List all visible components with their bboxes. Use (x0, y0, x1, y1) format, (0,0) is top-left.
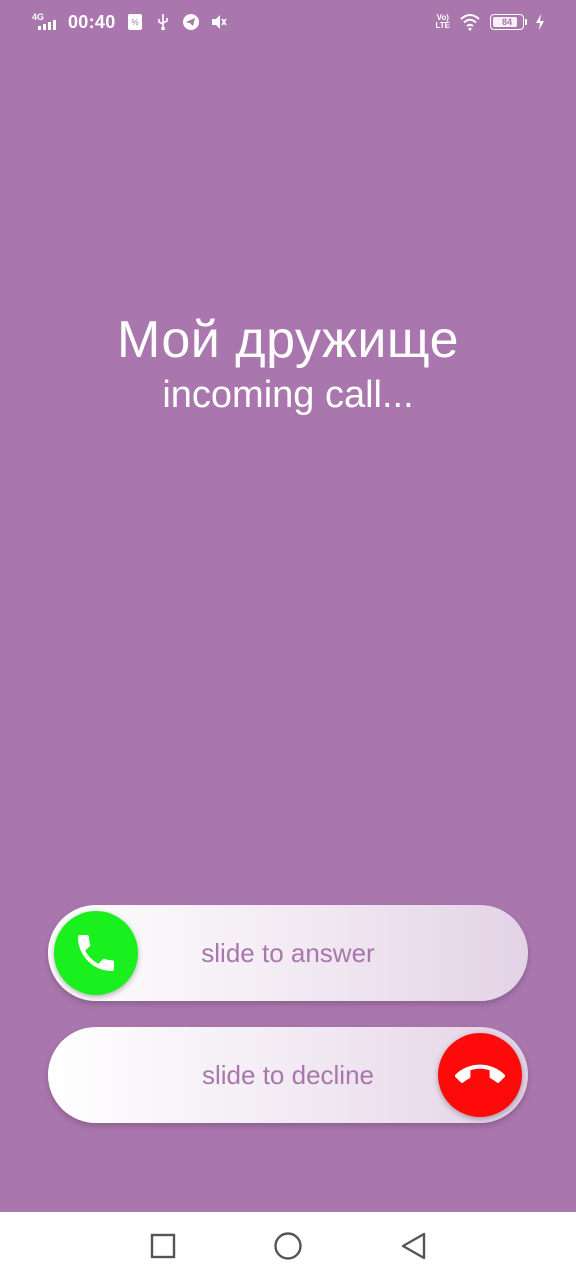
caller-name: Мой дружище (116, 311, 460, 369)
status-bar-right: Vo) LTE 84 (435, 13, 546, 31)
usb-icon (157, 14, 168, 31)
answer-slider[interactable]: slide to answer (48, 905, 528, 1001)
square-icon (150, 1233, 175, 1259)
hang-up-icon (455, 1064, 505, 1083)
recent-apps-button[interactable] (143, 1226, 183, 1266)
navigation-bar (0, 1212, 576, 1280)
decline-slider[interactable]: slide to decline (48, 1027, 528, 1123)
caller-info: Мой дружище incoming call... (0, 310, 576, 417)
circle-icon (274, 1232, 302, 1260)
status-bar-left: 4G 00:40 % (32, 12, 228, 33)
charging-icon (536, 14, 544, 30)
battery-icon: 84 (490, 14, 527, 30)
back-button[interactable] (393, 1226, 433, 1266)
decline-knob[interactable] (438, 1033, 522, 1117)
svg-text:%: % (131, 18, 138, 27)
signal-icon: 4G (32, 12, 58, 32)
home-button[interactable] (268, 1226, 308, 1266)
telegram-icon (182, 14, 199, 30)
clock: 00:40 (68, 11, 116, 32)
answer-knob[interactable] (54, 911, 138, 995)
sim-card-icon: % (127, 14, 142, 30)
volte-icon: Vo) LTE (435, 14, 450, 30)
triangle-back-icon (402, 1232, 426, 1260)
wifi-icon (460, 14, 480, 31)
phone-icon (78, 935, 114, 971)
call-status: incoming call... (162, 374, 414, 416)
mute-icon (211, 15, 227, 29)
battery-level: 84 (501, 17, 512, 27)
volte-label-bottom: LTE (435, 21, 450, 30)
status-bar: 4G 00:40 % Vo) LTE 84 (0, 0, 576, 44)
